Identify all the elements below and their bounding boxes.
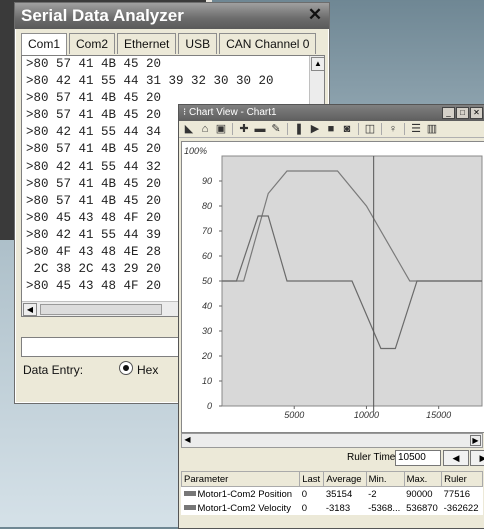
tab-can-channel-0[interactable]: CAN Channel 0 (219, 33, 317, 54)
y-top-label: 100% (184, 146, 207, 156)
play-icon[interactable]: ▶ (308, 122, 322, 136)
parameter-name: Motor1-Com2 Position (197, 488, 293, 500)
chart-toolbar: ◣ ⌂ ▣ ✚ ▬ ✎ ❚ ▶ ■ ◙ ◫ ♀ ☰ ▥ (179, 121, 484, 138)
legend-header-row: Parameter Last Average Min. Max. Ruler (180, 471, 483, 487)
ruler-cell: 77516 (443, 488, 471, 500)
y-tick-label: 50 (202, 276, 212, 286)
parameter-name: Motor1-Com2 Velocity (197, 502, 291, 514)
chart-horizontal-scrollbar[interactable]: ◀ ▶ (181, 433, 483, 448)
toolbar-separator (404, 123, 405, 135)
y-tick-label: 90 (202, 176, 212, 186)
ruler-next-button[interactable]: ▶ (470, 450, 484, 466)
edit-pencil-icon[interactable]: ✎ (269, 122, 283, 136)
toolbar-separator (232, 123, 233, 135)
tab-com1[interactable]: Com1 (21, 33, 68, 56)
chart-window-title: ⁝ Chart View - Chart1 (179, 105, 484, 121)
y-tick-label: 70 (202, 226, 212, 236)
average-cell: -3183 (325, 502, 351, 514)
scroll-left-icon[interactable]: ◀ (23, 303, 37, 316)
y-tick-label: 80 (202, 201, 212, 211)
max-cell: 536870 (406, 502, 438, 514)
open-folder-icon[interactable]: ⌂ (198, 122, 212, 136)
parameter-legend-table: Parameter Last Average Min. Max. Ruler M… (180, 471, 483, 515)
col-max[interactable]: Max. (403, 471, 443, 487)
tab-ethernet[interactable]: Ethernet (117, 33, 177, 54)
tab-usb[interactable]: USB (178, 33, 218, 54)
serial-window-title: Serial Data Analyzer (15, 3, 329, 29)
scroll-right-icon[interactable]: ▶ (470, 435, 481, 446)
y-tick-label: 40 (202, 301, 212, 311)
y-tick-label: 30 (202, 326, 212, 336)
chart-plot-area[interactable]: 100% 90 80 70 60 50 40 30 20 10 0 5000 10000 15000 (181, 141, 484, 433)
hex-line: >80 57 41 4B 45 20 (26, 57, 162, 71)
x-tick-label: 15000 (426, 410, 451, 420)
columns-view-icon[interactable]: ▥ (425, 122, 439, 136)
x-tick-label: 5000 (284, 410, 304, 420)
col-ruler[interactable]: Ruler (441, 471, 483, 487)
toolbar-separator (358, 123, 359, 135)
toolbar-separator (381, 123, 382, 135)
new-icon[interactable]: ◣ (182, 122, 196, 136)
series-swatch (183, 491, 196, 497)
table-row[interactable]: Motor1-Com2 Velocity 0 -3183 -5368... 53… (182, 501, 483, 515)
port-tabs: Com1 Com2 Ethernet USB CAN Channel 0 (21, 33, 318, 56)
stop-icon[interactable]: ■ (324, 122, 338, 136)
y-tick-label: 60 (202, 251, 212, 261)
hex-radio-label: Hex (137, 363, 159, 377)
chart-view-window: ⁝ Chart View - Chart1 _ □ ✕ ◣ ⌂ ▣ ✚ ▬ ✎ … (178, 104, 484, 529)
col-average[interactable]: Average (323, 471, 367, 487)
average-cell: 35154 (325, 488, 353, 500)
pause-icon[interactable]: ❚ (292, 122, 306, 136)
hex-line: >80 42 41 55 44 31 39 32 30 30 20 (26, 74, 274, 89)
ruler-cell: -362622 (443, 502, 479, 514)
series-swatch (183, 505, 196, 511)
y-tick-label: 20 (201, 351, 212, 361)
max-cell: 90000 (406, 488, 433, 500)
minimize-icon[interactable]: _ (442, 107, 455, 119)
y-tick-label: 10 (202, 376, 212, 386)
ruler-time-input[interactable]: 10500 (395, 450, 441, 466)
scrollbar-thumb[interactable] (40, 304, 162, 315)
tab-com2[interactable]: Com2 (69, 33, 116, 54)
close-icon[interactable]: ✕ (470, 107, 483, 119)
last-cell: 0 (301, 502, 307, 514)
y-tick-label: 0 (207, 401, 212, 411)
col-parameter[interactable]: Parameter (180, 471, 301, 487)
min-cell: -5368... (368, 502, 401, 514)
maximize-icon[interactable]: □ (456, 107, 469, 119)
properties-icon[interactable]: ◫ (363, 122, 377, 136)
save-icon[interactable]: ▣ (214, 122, 228, 136)
ruler-time-label: Ruler Time: (347, 452, 399, 463)
camera-icon[interactable]: ◙ (340, 122, 354, 136)
add-icon[interactable]: ✚ (237, 122, 251, 136)
toolbar-separator (287, 123, 288, 135)
lightbulb-icon[interactable]: ♀ (386, 122, 400, 136)
parameter-cell: Motor1-Com2 Velocity (182, 501, 300, 515)
chart-title-text: Chart View - Chart1 (188, 107, 277, 118)
col-min[interactable]: Min. (365, 471, 405, 487)
remove-icon[interactable]: ▬ (253, 122, 267, 136)
line-chart: 100% 90 80 70 60 50 40 30 20 10 0 5000 10000 15000 (184, 146, 483, 420)
table-row[interactable]: Motor1-Com2 Position 0 35154 -2 90000 77… (182, 487, 483, 502)
min-cell: -2 (368, 488, 377, 500)
parameter-cell: Motor1-Com2 Position (182, 487, 300, 502)
ruler-controls: Ruler Time: 10500 ◀ ▶ (181, 449, 484, 467)
col-last[interactable]: Last (299, 471, 325, 487)
list-view-icon[interactable]: ☰ (409, 122, 423, 136)
data-entry-label: Data Entry: (23, 363, 84, 377)
last-cell: 0 (301, 488, 307, 500)
close-icon[interactable]: ✕ (305, 5, 325, 25)
x-tick-label: 10000 (354, 410, 379, 420)
ruler-prev-button[interactable]: ◀ (443, 450, 469, 466)
window-buttons: _ □ ✕ (441, 107, 483, 119)
scroll-up-icon[interactable]: ▲ (311, 57, 324, 71)
hex-radio-button[interactable] (119, 361, 133, 375)
scroll-left-icon[interactable]: ◀ (183, 435, 192, 444)
